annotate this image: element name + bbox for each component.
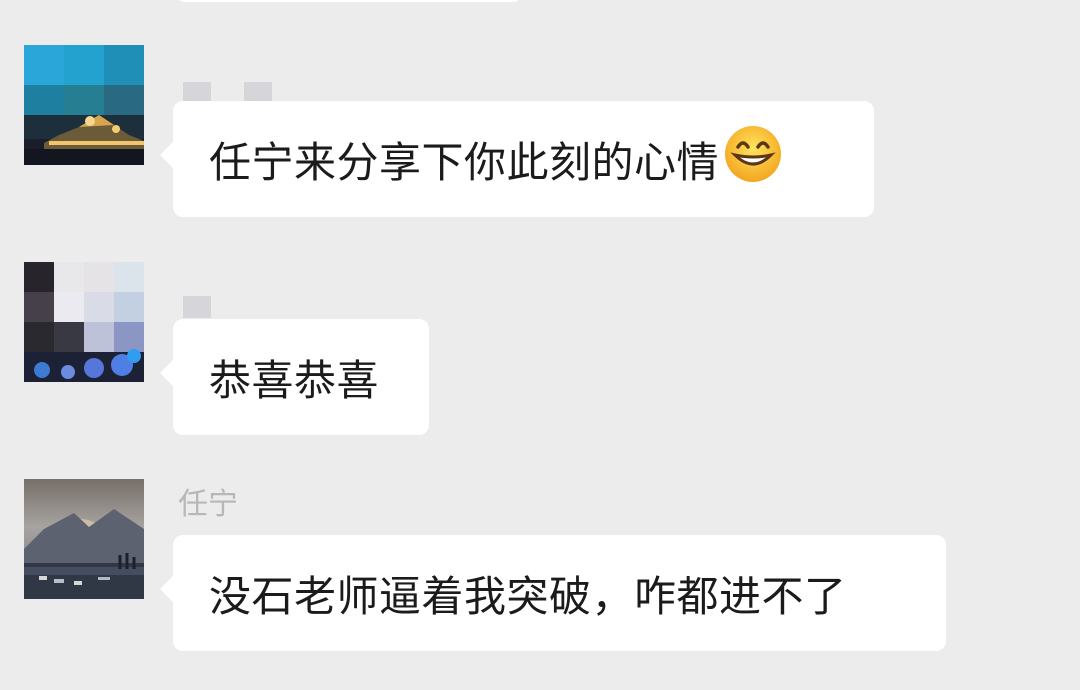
previous-message-bubble[interactable]	[175, 0, 523, 2]
avatar[interactable]	[24, 262, 144, 382]
avatar-image	[24, 262, 144, 382]
avatar-image	[24, 45, 144, 165]
sender-name: 任宁	[178, 487, 238, 522]
message-bubble[interactable]: 任宁来分享下你此刻的心情	[160, 101, 874, 217]
message-bubble[interactable]: 没石老师逼着我突破，咋都进不了	[160, 535, 946, 651]
sender-name-redaction	[183, 82, 211, 102]
message-text: 没石老师逼着我突破，咋都进不了	[209, 571, 847, 621]
sender-name-redaction	[183, 296, 211, 318]
grinning-face-emoji-graphic	[725, 126, 782, 182]
message-text: 任宁来分享下你此刻的心情	[209, 137, 720, 187]
grinning-face-emoji-icon	[723, 124, 783, 194]
avatar[interactable]	[24, 479, 144, 599]
message-text: 恭喜恭喜	[209, 355, 380, 405]
sender-name-redaction	[244, 82, 272, 102]
message-bubble[interactable]: 恭喜恭喜	[160, 319, 429, 435]
avatar[interactable]	[24, 45, 144, 165]
avatar-image	[24, 479, 144, 599]
